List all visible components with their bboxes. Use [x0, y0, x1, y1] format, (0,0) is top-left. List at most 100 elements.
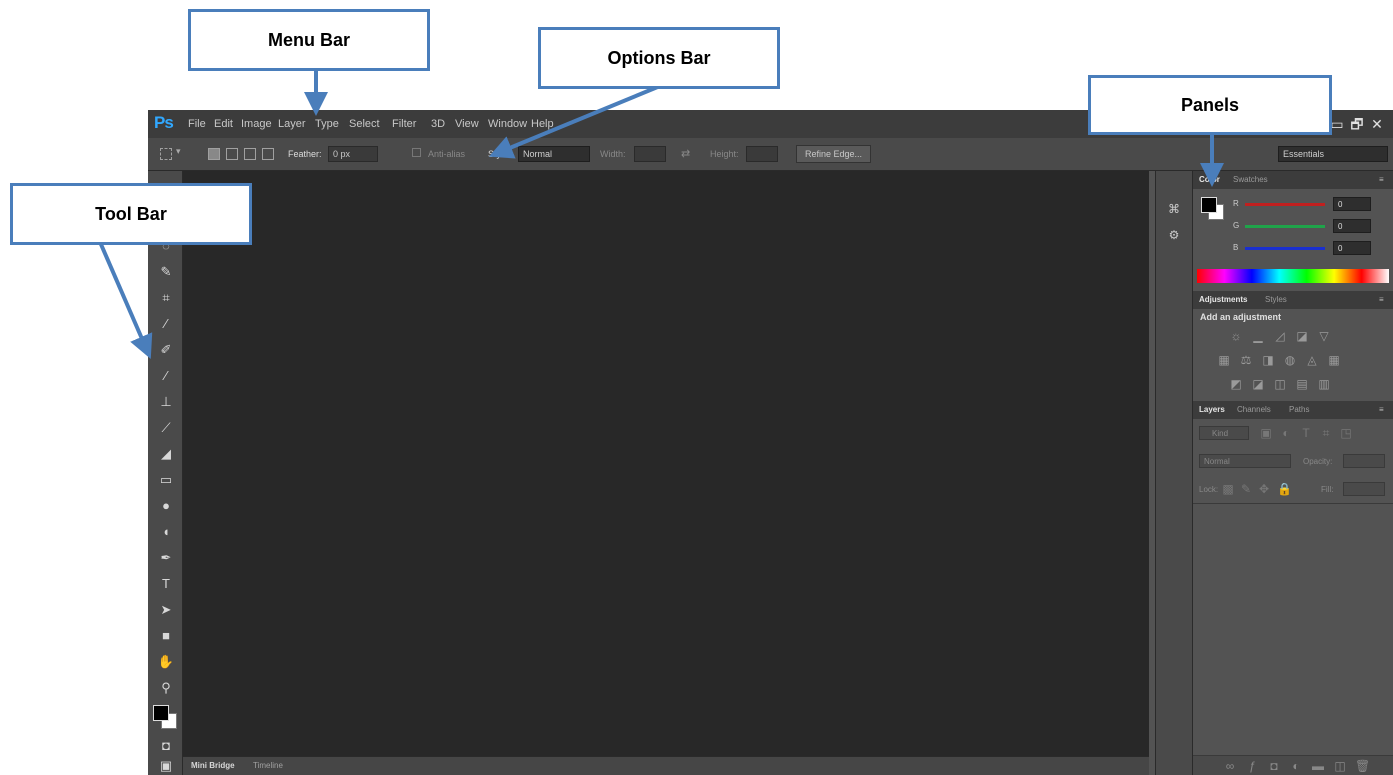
tab-mini-bridge[interactable]: Mini Bridge: [191, 761, 235, 770]
eyedropper-tool-icon[interactable]: ⁄: [157, 315, 175, 333]
blend-mode-select[interactable]: Normal: [1199, 454, 1291, 468]
panel-menu-icon[interactable]: ≡: [1379, 405, 1384, 414]
gradient-map-icon[interactable]: ▤: [1295, 377, 1309, 391]
workspace-select[interactable]: Essentials: [1278, 146, 1388, 162]
close-icon[interactable]: ✕: [1367, 114, 1387, 134]
opacity-input[interactable]: [1343, 454, 1385, 468]
menu-view[interactable]: View: [455, 118, 479, 130]
rectangle-tool-icon[interactable]: ■: [157, 627, 175, 645]
history-panel-icon[interactable]: ⌘: [1166, 201, 1182, 217]
color-panel-foreground-swatch[interactable]: [1201, 197, 1217, 213]
panel-menu-icon[interactable]: ≡: [1379, 295, 1384, 304]
color-balance-icon[interactable]: ⚖: [1239, 353, 1253, 367]
b-slider[interactable]: [1245, 247, 1325, 250]
vibrance-icon[interactable]: ▽: [1317, 329, 1331, 343]
hand-tool-icon[interactable]: ✋: [157, 653, 175, 671]
filter-shape-icon[interactable]: ⌗: [1319, 426, 1333, 440]
tab-paths[interactable]: Paths: [1289, 405, 1309, 414]
new-selection-icon[interactable]: [208, 148, 220, 160]
tab-adjustments[interactable]: Adjustments: [1199, 295, 1247, 304]
b-value-input[interactable]: 0: [1333, 241, 1371, 255]
menu-edit[interactable]: Edit: [214, 118, 233, 130]
subtract-from-selection-icon[interactable]: [244, 148, 256, 160]
zoom-tool-icon[interactable]: ⚲: [157, 679, 175, 697]
menu-filter[interactable]: Filter: [392, 118, 416, 130]
posterize-icon[interactable]: ◪: [1251, 377, 1265, 391]
photo-filter-icon[interactable]: ◍: [1283, 353, 1297, 367]
menu-select[interactable]: Select: [349, 118, 380, 130]
lock-image-icon[interactable]: ✎: [1239, 482, 1253, 496]
menu-file[interactable]: File: [188, 118, 206, 130]
type-tool-icon[interactable]: T: [157, 575, 175, 593]
black-white-icon[interactable]: ◨: [1261, 353, 1275, 367]
r-value-input[interactable]: 0: [1333, 197, 1371, 211]
filter-adjustment-icon[interactable]: ◐: [1279, 426, 1293, 440]
history-brush-tool-icon[interactable]: ⟋: [157, 419, 175, 437]
menu-3d[interactable]: 3D: [431, 118, 445, 130]
quick-selection-tool-icon[interactable]: ✎: [157, 263, 175, 281]
screen-mode-icon[interactable]: ▣: [157, 757, 175, 775]
new-adjustment-layer-icon[interactable]: ◐: [1289, 759, 1303, 773]
fill-input[interactable]: [1343, 482, 1385, 496]
style-select[interactable]: Normal: [518, 146, 590, 162]
quick-mask-icon[interactable]: ◘: [157, 737, 175, 755]
brush-tool-icon[interactable]: ∕: [157, 367, 175, 385]
layers-list[interactable]: [1193, 503, 1393, 752]
filter-type-icon[interactable]: T: [1299, 426, 1313, 440]
menu-help[interactable]: Help: [531, 118, 554, 130]
tab-color[interactable]: Color: [1199, 175, 1220, 184]
tab-layers[interactable]: Layers: [1199, 405, 1225, 414]
tab-styles[interactable]: Styles: [1265, 295, 1287, 304]
r-slider[interactable]: [1245, 203, 1325, 206]
selective-color-icon[interactable]: ▥: [1317, 377, 1331, 391]
hue-saturation-icon[interactable]: ▦: [1217, 353, 1231, 367]
foreground-color-swatch[interactable]: [153, 705, 169, 721]
color-spectrum-bar[interactable]: [1197, 269, 1389, 283]
intersect-selection-icon[interactable]: [262, 148, 274, 160]
new-layer-icon[interactable]: ◫: [1333, 759, 1347, 773]
height-input[interactable]: [746, 146, 778, 162]
preset-dropdown-icon[interactable]: ▾: [176, 146, 181, 157]
width-input[interactable]: [634, 146, 666, 162]
eraser-tool-icon[interactable]: ◢: [157, 445, 175, 463]
restore-icon[interactable]: 🗗: [1347, 114, 1367, 134]
curves-icon[interactable]: ◿: [1273, 329, 1287, 343]
levels-icon[interactable]: ▁: [1251, 329, 1265, 343]
lock-all-icon[interactable]: 🔒: [1277, 482, 1292, 496]
add-mask-icon[interactable]: ◘: [1267, 759, 1281, 773]
filter-pixel-icon[interactable]: ▣: [1259, 426, 1273, 440]
marquee-tool-preset-icon[interactable]: [160, 148, 172, 160]
healing-brush-tool-icon[interactable]: ✐: [157, 341, 175, 359]
anti-alias-checkbox[interactable]: [412, 148, 421, 157]
refine-edge-button[interactable]: Refine Edge...: [796, 145, 872, 163]
swap-width-height-icon[interactable]: ⇄: [681, 147, 690, 160]
new-group-icon[interactable]: ▬: [1311, 759, 1325, 773]
dodge-tool-icon[interactable]: ◖: [157, 523, 175, 541]
document-canvas-area[interactable]: [183, 171, 1149, 756]
lock-transparent-icon[interactable]: ▩: [1221, 482, 1235, 496]
threshold-icon[interactable]: ◫: [1273, 377, 1287, 391]
menu-window[interactable]: Window: [488, 118, 527, 130]
layer-kind-filter[interactable]: Kind: [1199, 426, 1249, 440]
g-value-input[interactable]: 0: [1333, 219, 1371, 233]
tab-channels[interactable]: Channels: [1237, 405, 1271, 414]
pen-tool-icon[interactable]: ✒: [157, 549, 175, 567]
brightness-contrast-icon[interactable]: ☼: [1229, 329, 1243, 343]
delete-layer-icon[interactable]: 🗑: [1355, 759, 1370, 773]
tab-swatches[interactable]: Swatches: [1233, 175, 1268, 184]
layer-style-icon[interactable]: ƒ: [1245, 759, 1259, 773]
menu-layer[interactable]: Layer: [278, 118, 306, 130]
path-selection-tool-icon[interactable]: ➤: [157, 601, 175, 619]
blur-tool-icon[interactable]: ●: [157, 497, 175, 515]
clone-stamp-tool-icon[interactable]: ⊥: [157, 393, 175, 411]
feather-input[interactable]: 0 px: [328, 146, 378, 162]
filter-smart-object-icon[interactable]: ◳: [1339, 426, 1353, 440]
lock-position-icon[interactable]: ✥: [1257, 482, 1271, 496]
panel-menu-icon[interactable]: ≡: [1379, 175, 1384, 184]
color-lookup-icon[interactable]: ▦: [1327, 353, 1341, 367]
crop-tool-icon[interactable]: ⌗: [157, 289, 175, 307]
channel-mixer-icon[interactable]: ◬: [1305, 353, 1319, 367]
properties-panel-icon[interactable]: ⚙: [1166, 227, 1182, 243]
tab-timeline[interactable]: Timeline: [253, 761, 283, 770]
menu-type[interactable]: Type: [315, 118, 339, 130]
